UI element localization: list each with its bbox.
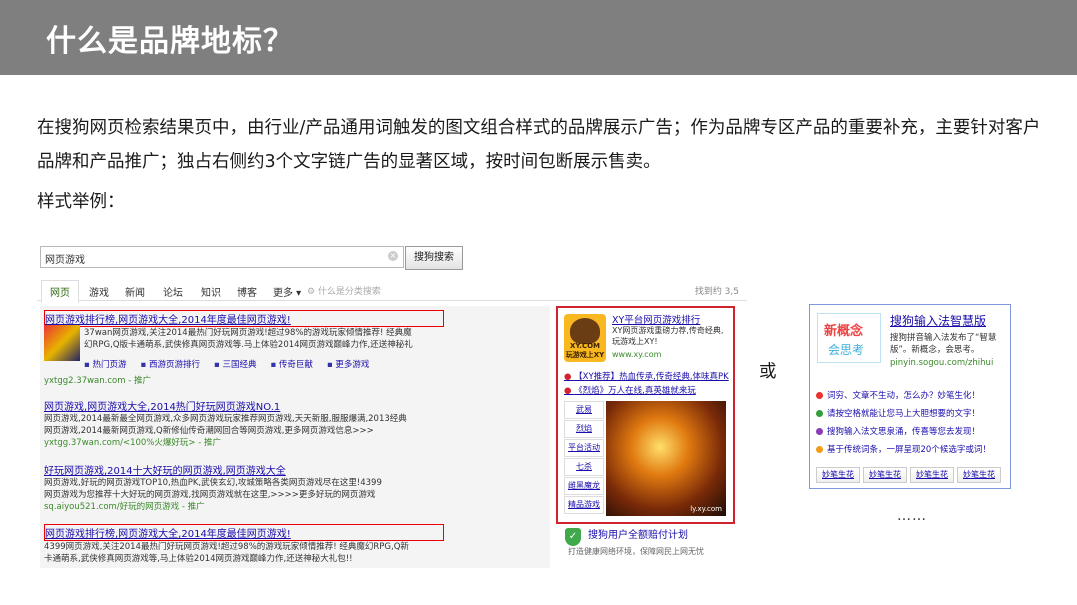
result-item: 好玩网页游戏,2014十大好玩的网页游戏,网页游戏大全 网页游戏,好玩的网页游戏… xyxy=(44,462,444,513)
result-item: 网页游戏排行榜,网页游戏大全,2014年度最佳网页游戏! 37wan网页游戏,关… xyxy=(44,310,444,387)
ad-button[interactable]: 妙笔生花 xyxy=(957,467,1001,483)
tab-web[interactable]: 网页 xyxy=(41,280,79,303)
result-desc: 网页游戏为您推荐十大好玩的网页游戏,找网页游戏就在这里,>>>>更多好玩的网页游… xyxy=(44,490,376,500)
ad-side-link[interactable]: 烈焰 xyxy=(564,420,604,438)
result-item: 网页游戏,网页游戏大全,2014热门好玩网页游戏NO.1 网页游戏,2014最新… xyxy=(44,398,444,449)
bullet-dot-icon xyxy=(816,446,823,453)
ad-bullet-link[interactable]: 词穷、文章不生动，怎么办？妙笔生化！ xyxy=(816,389,980,401)
ellipsis: …… xyxy=(897,508,927,524)
result-url[interactable]: yxtgg2.37wan.com - 推广 xyxy=(44,375,444,387)
result-url[interactable]: sq.aiyou521.com/好玩的网页游戏 - 推广 xyxy=(44,501,444,513)
slide-description: 在搜狗网页检索结果页中，由行业/产品通用词触发的图文组合样式的品牌展示广告；作为… xyxy=(37,118,1041,172)
owl-face-icon xyxy=(570,318,600,344)
sublink[interactable]: 三国经典 xyxy=(214,360,256,370)
tab-knowledge[interactable]: 知识 xyxy=(201,284,221,299)
protection-title[interactable]: 搜狗用户全额赔付计划 xyxy=(588,526,688,541)
tab-forum[interactable]: 论坛 xyxy=(163,284,183,299)
result-sublinks: 热门页游 西游页游排行 三国经典 传奇巨献 更多游戏 xyxy=(84,359,444,371)
or-label: 或 xyxy=(759,362,777,382)
ad-bullet-link[interactable]: 请按空格就能让您马上大胆想要的文字！ xyxy=(816,407,980,419)
ad-bullet-link[interactable]: 基于传统词条，一屏呈现20个候选字或词！ xyxy=(816,443,991,455)
ad-desc: 搜狗拼音输入法发布了“智慧版”。新概念，会思考。 xyxy=(890,333,997,355)
bullet-dot-icon xyxy=(816,410,823,417)
logo-line1: 新概念 xyxy=(824,324,864,339)
ad-side-link[interactable]: 精品游戏 xyxy=(564,496,604,514)
ad-button[interactable]: 妙笔生花 xyxy=(863,467,907,483)
logo-text: XY.COM 玩游戏上XY xyxy=(565,342,605,359)
bullet-dot-icon xyxy=(816,392,823,399)
ad-link[interactable]: 【XY推荐】热血传承,传奇经典,体味真PK xyxy=(564,370,729,382)
sublink[interactable]: 热门页游 xyxy=(84,360,126,370)
art-watermark: ly.xy.com xyxy=(690,505,722,513)
search-tabs: 网页 游戏 新闻 论坛 知识 博客 更多 ▾ ⚙ 什么是分类搜索 找到约 3,5 xyxy=(37,280,747,303)
slide-title: 什么是品牌地标？ xyxy=(46,24,294,59)
result-title-link[interactable]: 网页游戏排行榜,网页游戏大全,2014年度最佳网页游戏! xyxy=(44,524,444,541)
logo-line2: 会思考 xyxy=(828,343,865,357)
clear-icon[interactable]: × xyxy=(388,251,398,261)
sublink[interactable]: 传奇巨献 xyxy=(270,360,312,370)
title-bar: 什么是品牌地标？ xyxy=(0,0,1077,75)
ad-desc: XY网页游戏重磅力荐,传奇经典,玩游戏上XY! xyxy=(612,326,724,346)
ad-button-row: 妙笔生花 妙笔生花 妙笔生花 妙笔生花 xyxy=(816,467,1006,483)
result-title-link[interactable]: 网页游戏排行榜,网页游戏大全,2014年度最佳网页游戏! xyxy=(44,310,444,327)
result-item: 网页游戏排行榜,网页游戏大全,2014年度最佳网页游戏! 4399网页游戏,关注… xyxy=(44,524,444,565)
owl-logo-icon[interactable]: XY.COM 玩游戏上XY xyxy=(564,314,606,362)
search-results-screenshot: 网页游戏 × 搜狗搜索 网页 游戏 新闻 论坛 知识 博客 更多 ▾ ⚙ 什么是… xyxy=(37,240,747,570)
protection-subtitle: 打造健康网络环境，保障网民上网无忧 xyxy=(568,547,704,556)
result-desc: 卡通萌系,武侠修真网页游戏等,马上体验2014网页游戏巅峰力作,还送神秘大礼包!… xyxy=(44,554,353,564)
ad-side-link[interactable]: 平台活动 xyxy=(564,439,604,457)
result-title-link[interactable]: 好玩网页游戏,2014十大好玩的网页游戏,网页游戏大全 xyxy=(44,462,444,477)
tab-games[interactable]: 游戏 xyxy=(89,284,109,299)
result-thumbnail[interactable] xyxy=(44,325,80,361)
sublink[interactable]: 更多游戏 xyxy=(327,360,369,370)
result-count: 找到约 3,5 xyxy=(694,287,739,297)
results-list: 网页游戏排行榜,网页游戏大全,2014年度最佳网页游戏! 37wan网页游戏,关… xyxy=(40,306,550,568)
result-title-link[interactable]: 网页游戏,网页游戏大全,2014热门好玩网页游戏NO.1 xyxy=(44,398,444,413)
shield-icon: ✓ xyxy=(565,528,581,546)
tab-blog[interactable]: 博客 xyxy=(237,284,257,299)
bullet-dot-icon xyxy=(816,428,823,435)
ad-link[interactable]: 《烈焰》万人在线,真英雄就来玩 xyxy=(564,384,696,396)
search-query: 网页游戏 xyxy=(45,255,85,266)
brand-landmark-ad[interactable]: XY.COM 玩游戏上XY XY平台网页游戏排行 XY网页游戏重磅力荐,传奇经典,… xyxy=(556,306,735,524)
result-url[interactable]: yxtgg.37wan.com/<100%火爆好玩> - 推广 xyxy=(44,437,444,449)
ad-side-link[interactable]: 武易 xyxy=(564,401,604,419)
result-desc: 网页游戏,好玩的网页游戏TOP10,热血PK,武侠玄幻,攻城策略各类网页游戏尽在… xyxy=(44,478,382,488)
user-protection-banner[interactable]: ✓ 搜狗用户全额赔付计划 打造健康网络环境，保障网民上网无忧 xyxy=(560,524,720,562)
example-label: 样式举例： xyxy=(37,192,125,212)
game-artwork-image[interactable]: ly.xy.com xyxy=(606,401,726,516)
ad-url[interactable]: pinyin.sogou.com/zhihui xyxy=(890,358,993,368)
ad-side-link[interactable]: 雌黑魔龙 xyxy=(564,477,604,495)
result-desc: 幻RPG,Q版卡通萌系,武侠修真网页游戏等.马上体验2014网页游戏巅峰力作,还… xyxy=(84,340,413,350)
tab-news[interactable]: 新闻 xyxy=(125,284,145,299)
ad-side-link[interactable]: 七杀 xyxy=(564,458,604,476)
brand-logo[interactable]: 新概念 会思考 xyxy=(817,313,881,363)
result-desc: 网页游戏,2014最新最全网页游戏,众多网页游戏玩家推荐网页游戏,天天新服,服服… xyxy=(44,414,407,424)
search-button[interactable]: 搜狗搜索 xyxy=(405,246,463,270)
result-desc: 网页游戏,2014最新网页游戏,Q新修仙传奇潮网回合等网页游戏,更多网页游戏信息… xyxy=(44,426,374,436)
category-hint-link[interactable]: ⚙ 什么是分类搜索 xyxy=(307,284,381,297)
ad-button[interactable]: 妙笔生花 xyxy=(910,467,954,483)
ad-button[interactable]: 妙笔生花 xyxy=(816,467,860,483)
alt-brand-ad[interactable]: 新概念 会思考 搜狗输入法智慧版 搜狗拼音输入法发布了“智慧版”。新概念，会思考… xyxy=(809,304,1011,489)
result-desc: 37wan网页游戏,关注2014最热门好玩网页游戏!超过98%的游戏玩家倾情推荐… xyxy=(84,328,412,338)
tab-more[interactable]: 更多 ▾ xyxy=(273,284,301,299)
sublink[interactable]: 西游页游排行 xyxy=(140,360,199,370)
ad-title-link[interactable]: XY平台网页游戏排行 xyxy=(612,312,700,326)
ad-url[interactable]: www.xy.com xyxy=(612,350,661,359)
result-desc: 4399网页游戏,关注2014最热门好玩网页游戏!超过98%的游戏玩家倾情推荐!… xyxy=(44,542,409,552)
ad-title-link[interactable]: 搜狗输入法智慧版 xyxy=(890,312,986,329)
search-input[interactable]: 网页游戏 × xyxy=(40,246,404,268)
ad-bullet-link[interactable]: 搜狗输入法文思泉涌，传喜等您去发现！ xyxy=(816,425,980,437)
